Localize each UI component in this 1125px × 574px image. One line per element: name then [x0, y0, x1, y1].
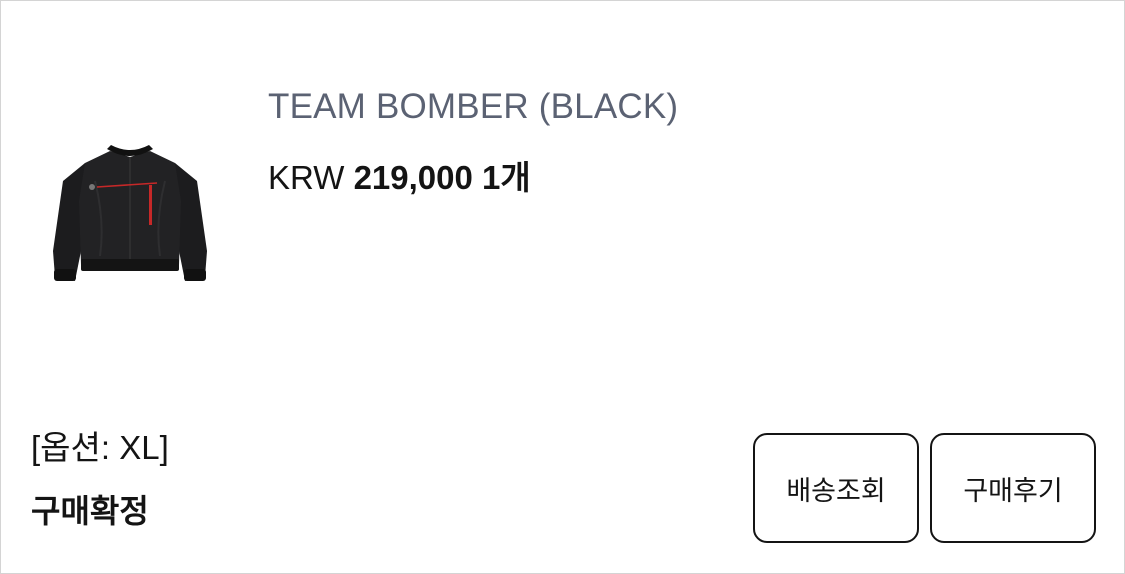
product-name[interactable]: TEAM BOMBER (BLACK) [268, 87, 678, 127]
write-review-button[interactable]: 구매후기 [930, 433, 1096, 543]
option-label: [옵션: XL] [31, 429, 169, 466]
track-delivery-button[interactable]: 배송조회 [753, 433, 919, 543]
quantity-label: 1개 [482, 159, 531, 196]
product-thumbnail[interactable] [45, 141, 215, 291]
bomber-jacket-image [53, 145, 207, 281]
order-item-card: TEAM BOMBER (BLACK) KRW 219,000 1개 [옵션: … [0, 0, 1125, 574]
price-amount: 219,000 [353, 159, 473, 196]
price-line: KRW 219,000 1개 [268, 151, 531, 199]
currency-label: KRW [268, 159, 345, 196]
order-status: 구매확정 [31, 493, 149, 529]
